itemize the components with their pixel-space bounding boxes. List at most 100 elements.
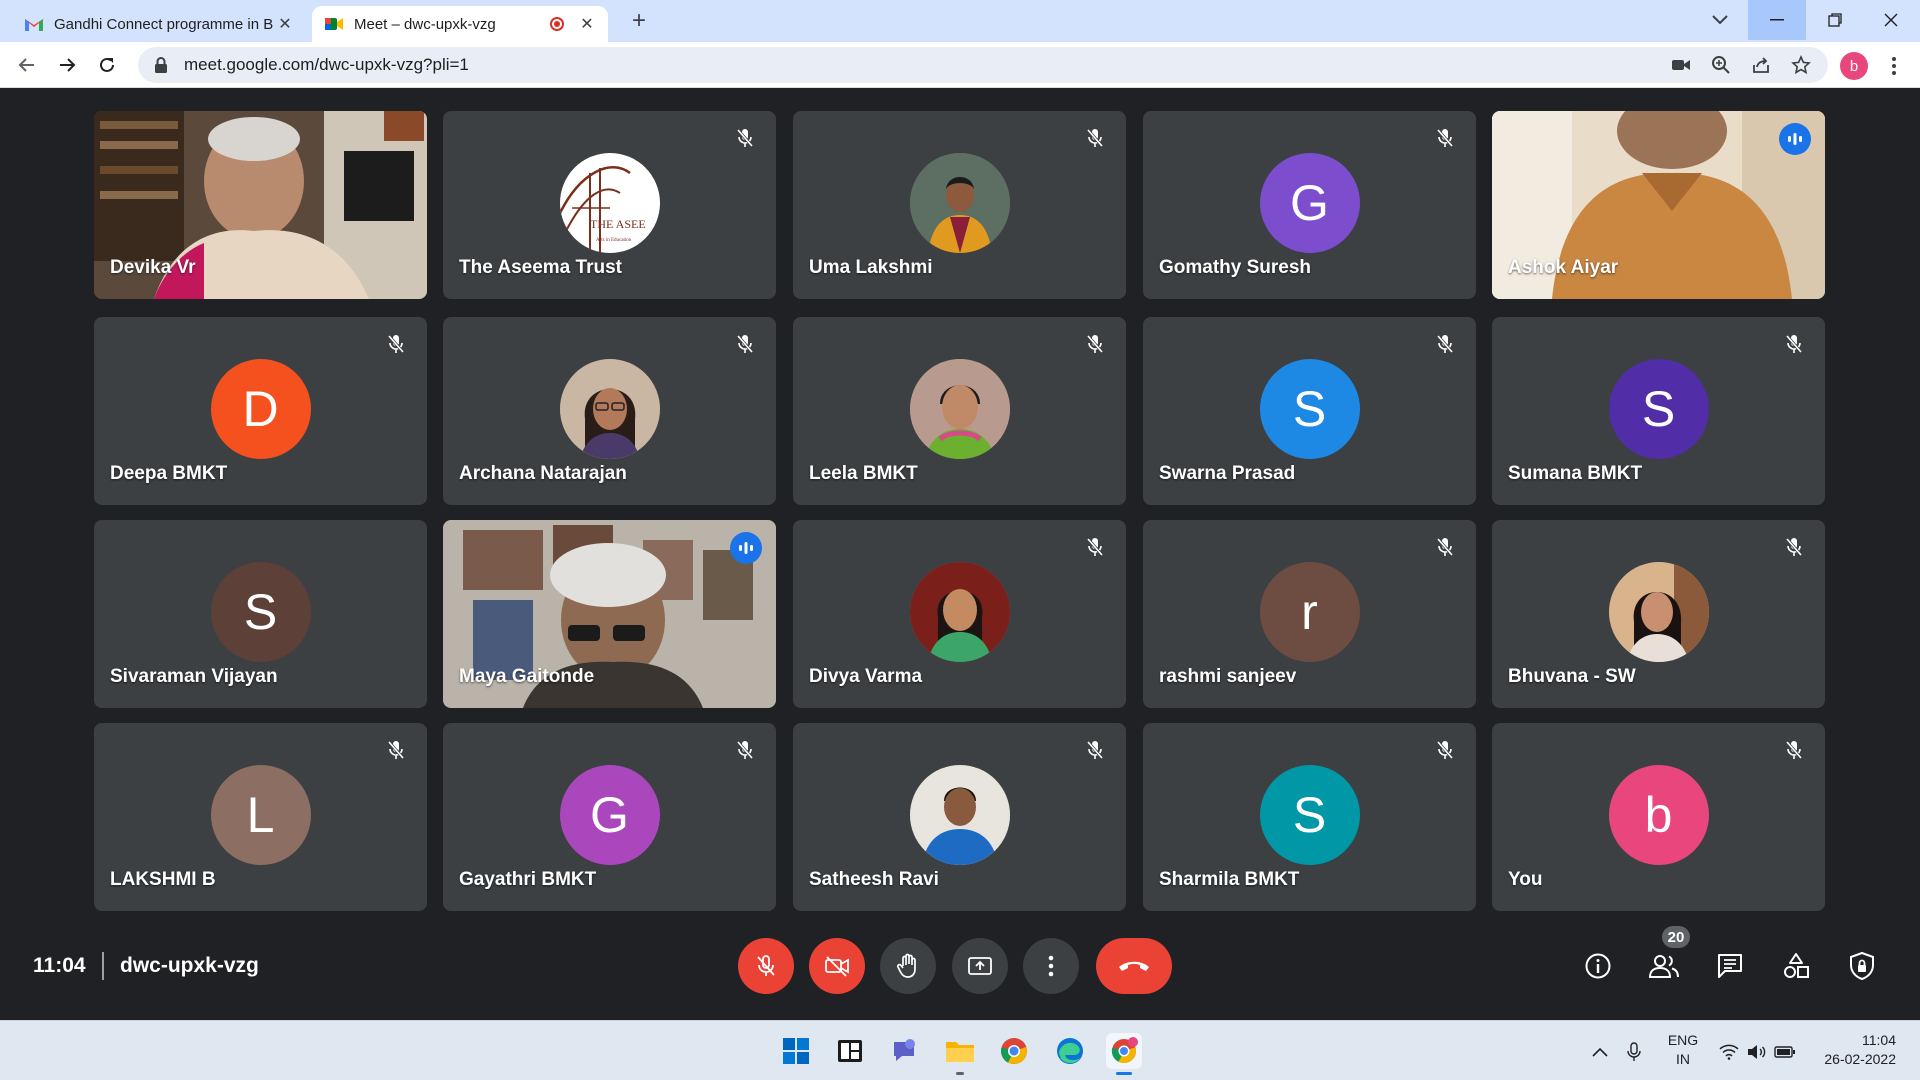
participant-tile-devika-vr[interactable]: Devika Vr: [94, 111, 427, 299]
lock-icon[interactable]: [152, 56, 170, 74]
restore-icon: [1828, 13, 1842, 27]
back-button[interactable]: [12, 50, 42, 80]
meeting-code: dwc-upxk-vzg: [120, 954, 259, 977]
participant-tile-sivaraman-vijayan[interactable]: S Sivaraman Vijayan: [94, 520, 427, 708]
participant-tile-bhuvana-sw[interactable]: Bhuvana - SW: [1492, 520, 1825, 708]
mic-off-icon: [730, 329, 760, 359]
participant-tile-archana-natarajan[interactable]: Archana Natarajan: [443, 317, 776, 505]
activities-button[interactable]: [1776, 946, 1816, 986]
more-vert-icon: [1048, 955, 1054, 977]
participant-name: rashmi sanjeev: [1159, 666, 1297, 687]
teams-chat-button[interactable]: [886, 1033, 922, 1069]
raise-hand-button[interactable]: [880, 938, 936, 994]
share-icon[interactable]: [1748, 52, 1774, 78]
browser-menu-button[interactable]: [1880, 52, 1908, 80]
mic-off-icon: [1080, 123, 1110, 153]
leave-call-button[interactable]: [1096, 938, 1172, 994]
participant-tile-divya-varma[interactable]: Divya Varma: [793, 520, 1126, 708]
participant-name: Swarna Prasad: [1159, 463, 1296, 484]
camera-in-use-icon[interactable]: [1668, 52, 1694, 78]
logo-subtext: Arts in Education: [596, 238, 632, 243]
start-button[interactable]: [778, 1033, 814, 1069]
participant-tile-deepa-bmkt[interactable]: D Deepa BMKT: [94, 317, 427, 505]
tab-meet[interactable]: Meet – dwc-upxk-vzg ✕: [312, 6, 608, 42]
shield-lock-icon: [1850, 951, 1874, 981]
volume-status[interactable]: [1744, 1039, 1770, 1065]
input-language-indicator[interactable]: ENG IN: [1665, 1031, 1701, 1069]
participant-name: Bhuvana - SW: [1508, 666, 1636, 687]
wifi-icon: [1719, 1044, 1739, 1060]
participant-tile-satheesh-ravi[interactable]: Satheesh Ravi: [793, 723, 1126, 911]
battery-status[interactable]: [1772, 1039, 1798, 1065]
forward-button[interactable]: [52, 50, 82, 80]
chrome-button[interactable]: [996, 1033, 1032, 1069]
participant-tile-ashok-aiyar[interactable]: Ashok Aiyar: [1492, 111, 1825, 299]
participant-tile-lakshmi-b[interactable]: L LAKSHMI B: [94, 723, 427, 911]
participant-tile-swarna-prasad[interactable]: S Swarna Prasad: [1143, 317, 1476, 505]
active-app-indicator: [1116, 1072, 1132, 1075]
microphone-icon: [1627, 1042, 1641, 1061]
participant-initial-avatar: b: [1608, 765, 1709, 865]
restore-button[interactable]: [1806, 0, 1864, 40]
task-view-button[interactable]: [832, 1033, 868, 1069]
participant-name: Uma Lakshmi: [809, 257, 933, 278]
zoom-icon[interactable]: [1708, 52, 1734, 78]
more-options-button[interactable]: [1023, 938, 1079, 994]
toggle-camera-button[interactable]: [809, 938, 865, 994]
recording-indicator-icon: [550, 17, 564, 31]
chrome-profile-button[interactable]: [1106, 1033, 1142, 1075]
participant-tile-rashmi-sanjeev[interactable]: r rashmi sanjeev: [1143, 520, 1476, 708]
participant-tile-aseema-trust[interactable]: THE ASEE Arts in Education The Aseema Tr…: [443, 111, 776, 299]
participant-tile-sumana-bmkt[interactable]: S Sumana BMKT: [1492, 317, 1825, 505]
meeting-details-button[interactable]: [1578, 946, 1618, 986]
participant-photo: [1608, 562, 1709, 662]
edge-button[interactable]: [1052, 1033, 1088, 1069]
participant-tile-uma-lakshmi[interactable]: Uma Lakshmi: [793, 111, 1126, 299]
region-code: IN: [1676, 1051, 1690, 1067]
present-screen-button[interactable]: [952, 938, 1008, 994]
mic-off-icon: [730, 123, 760, 153]
wifi-status[interactable]: [1716, 1039, 1742, 1065]
participant-tile-gayathri-bmkt[interactable]: G Gayathri BMKT: [443, 723, 776, 911]
participant-initial-avatar: S: [1259, 359, 1360, 459]
chat-bubble-icon: [894, 1039, 915, 1061]
participant-name: Archana Natarajan: [459, 463, 627, 484]
mic-off-icon: [1080, 532, 1110, 562]
address-bar[interactable]: meet.google.com/dwc-upxk-vzg?pli=1: [138, 47, 1828, 83]
close-tab-icon[interactable]: ✕: [276, 15, 294, 33]
close-tab-icon[interactable]: ✕: [578, 15, 596, 33]
participant-initial-avatar: r: [1259, 562, 1360, 662]
minimize-button[interactable]: [1748, 0, 1806, 40]
bookmark-star-icon[interactable]: [1788, 52, 1814, 78]
participant-tile-sharmila-bmkt[interactable]: S Sharmila BMKT: [1143, 723, 1476, 911]
participant-name: Sumana BMKT: [1508, 463, 1643, 484]
participant-name: You: [1508, 869, 1543, 890]
file-explorer-button[interactable]: [942, 1033, 978, 1075]
profile-avatar[interactable]: b: [1840, 52, 1868, 80]
system-clock[interactable]: 11:04 26-02-2022: [1812, 1031, 1896, 1069]
participant-name: LAKSHMI B: [110, 869, 216, 890]
microphone-tray-button[interactable]: [1621, 1039, 1647, 1065]
mic-off-icon: [1430, 329, 1460, 359]
reload-button[interactable]: [92, 50, 122, 80]
close-window-button[interactable]: [1862, 0, 1920, 40]
participant-tile-gomathy-suresh[interactable]: G Gomathy Suresh: [1143, 111, 1476, 299]
chrome-icon: [1001, 1038, 1027, 1064]
url-text[interactable]: meet.google.com/dwc-upxk-vzg?pli=1: [184, 55, 1668, 75]
participant-tile-leela-bmkt[interactable]: Leela BMKT: [793, 317, 1126, 505]
mic-off-icon: [381, 735, 411, 765]
tab-search-button[interactable]: [1706, 6, 1734, 34]
participant-name: Divya Varma: [809, 666, 923, 687]
show-hidden-icons-button[interactable]: [1587, 1039, 1613, 1065]
participant-tile-maya-gaitonde[interactable]: Maya Gaitonde: [443, 520, 776, 708]
chat-button[interactable]: [1710, 946, 1750, 986]
new-tab-button[interactable]: +: [624, 6, 654, 36]
mic-off-icon: [1779, 532, 1809, 562]
tab-gmail[interactable]: Gandhi Connect programme in B ✕: [12, 6, 306, 42]
mic-off-icon: [1430, 532, 1460, 562]
show-everyone-button[interactable]: [1644, 946, 1684, 986]
toggle-microphone-button[interactable]: [738, 938, 794, 994]
host-controls-button[interactable]: [1842, 946, 1882, 986]
mic-off-icon: [1779, 735, 1809, 765]
participant-tile-you[interactable]: b You: [1492, 723, 1825, 911]
